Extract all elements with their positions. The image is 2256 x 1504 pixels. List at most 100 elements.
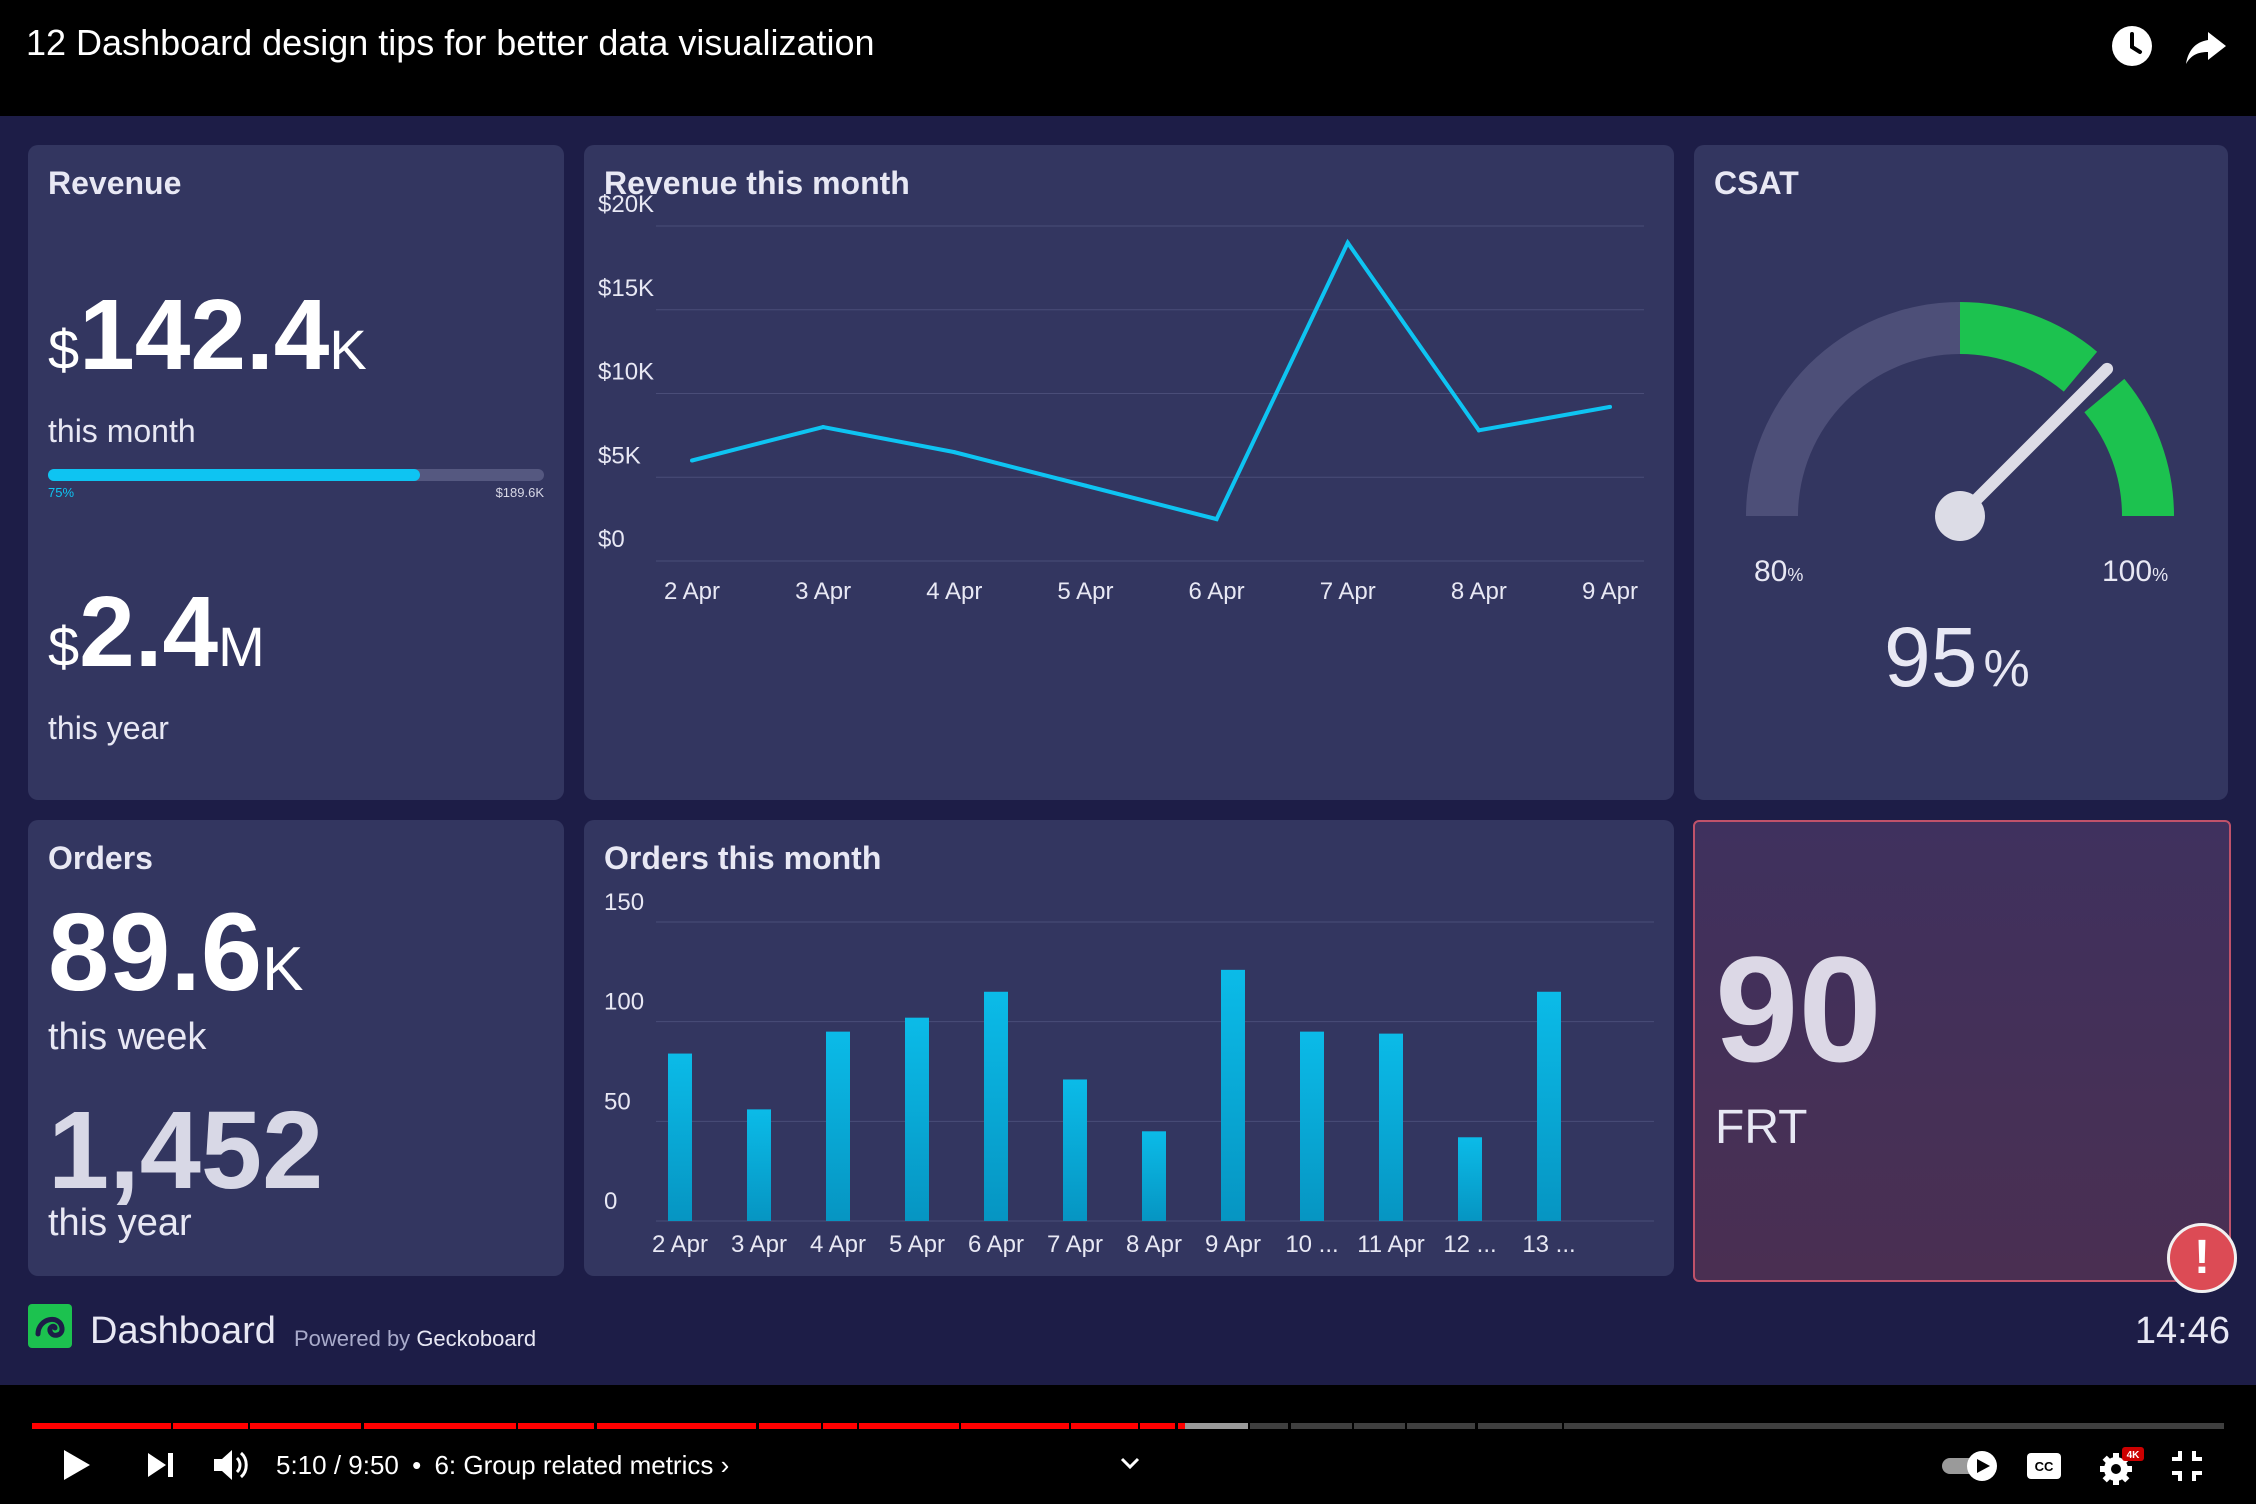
order-bar	[984, 991, 1008, 1221]
x-tick-label: 5 Apr	[1057, 578, 1113, 605]
next-icon[interactable]	[144, 1449, 176, 1481]
orders-week-label: this week	[48, 1016, 207, 1058]
order-bar	[1221, 969, 1245, 1221]
gauge-track	[1746, 302, 1960, 516]
gauge-good-zone	[1960, 302, 2098, 392]
footer-brand: Dashboard	[90, 1310, 276, 1352]
revenue-year-value: $2.4M	[48, 582, 265, 682]
volume-icon[interactable]	[212, 1447, 250, 1483]
gauge-needle	[1954, 362, 2114, 522]
gauge-pivot	[1935, 491, 1985, 541]
seek-segment[interactable]	[961, 1423, 1070, 1429]
x-tick-label: 8 Apr	[1451, 578, 1507, 605]
seek-segment[interactable]	[596, 1423, 757, 1429]
orders-bar-chart: 0 50 100 150 2 Apr 3 Apr 4 Apr 5 Apr 6 Apr 7 Apr 8…	[604, 889, 1654, 1258]
gauge-min-label: 80%	[1754, 555, 1804, 588]
y-tick-label: $10K	[598, 359, 654, 386]
seek-segment[interactable]	[1290, 1423, 1352, 1429]
x-tick-label: 5 Apr	[889, 1231, 945, 1258]
captions-icon[interactable]: CC	[2026, 1451, 2062, 1481]
seek-segment[interactable]	[249, 1423, 362, 1429]
revenue-year-label: this year	[48, 710, 169, 746]
currency-symbol: $	[48, 615, 80, 678]
y-tick-label: 50	[604, 1088, 631, 1115]
x-tick-label: 4 Apr	[810, 1231, 866, 1258]
exit-fullscreen-icon[interactable]	[2170, 1449, 2204, 1483]
seek-segment[interactable]	[1406, 1423, 1476, 1429]
chevron-down-icon[interactable]	[1118, 1455, 1142, 1471]
seek-segment[interactable]	[1353, 1423, 1405, 1429]
x-tick-label: 2 Apr	[652, 1231, 708, 1258]
x-tick-label: 11 Apr	[1357, 1231, 1425, 1258]
powered-by: Powered by Geckoboard	[294, 1326, 537, 1351]
seek-segment[interactable]	[1071, 1423, 1139, 1429]
order-bar	[1537, 991, 1561, 1221]
seek-segment[interactable]	[363, 1423, 516, 1429]
revenue-chart-widget: Revenue this month $0 $5K $10K $15K $20K 2 Ap…	[584, 145, 1674, 800]
orders-year-value: 1,452	[48, 1096, 323, 1206]
y-tick-label: $0	[598, 526, 625, 553]
share-arrow-icon[interactable]	[2182, 22, 2230, 70]
seek-segment[interactable]	[758, 1423, 821, 1429]
value-number: 142.4	[79, 279, 330, 391]
alert-badge[interactable]: !	[2167, 1223, 2237, 1293]
x-tick-label: 7 Apr	[1320, 578, 1376, 605]
order-bar	[1379, 1033, 1403, 1221]
video-title-bar: 12 Dashboard design tips for better data…	[0, 0, 2256, 116]
autoplay-toggle-icon[interactable]	[1940, 1449, 2002, 1483]
order-bar	[826, 1031, 850, 1221]
value-unit: K	[329, 318, 367, 381]
seek-segment[interactable]	[32, 1423, 172, 1429]
chapter-chevron[interactable]: ›	[721, 1450, 730, 1480]
csat-widget: CSAT 80% 100% 95%	[1694, 145, 2228, 800]
y-tick-label: 0	[604, 1188, 617, 1215]
value-number: 2.4	[79, 576, 219, 688]
csat-value: 95%	[1884, 610, 2030, 704]
chapter-title[interactable]: 6: Group related metrics	[434, 1450, 713, 1480]
x-tick-label: 3 Apr	[731, 1231, 787, 1258]
settings-icon[interactable]: 4K	[2098, 1445, 2146, 1487]
seek-segment[interactable]	[173, 1423, 248, 1429]
y-tick-label: $5K	[598, 442, 641, 469]
seek-bar[interactable]	[0, 1385, 2256, 1435]
orders-week-value: 89.6K	[48, 898, 303, 1008]
progress-percent: 75%	[48, 485, 75, 500]
frt-widget: 90 FRT	[1693, 820, 2231, 1282]
orders-year-label: this year	[48, 1202, 192, 1244]
video-title[interactable]: 12 Dashboard design tips for better data…	[26, 22, 875, 64]
order-bar	[905, 1017, 929, 1221]
seek-segment[interactable]	[859, 1423, 959, 1429]
x-tick-label: 8 Apr	[1126, 1231, 1182, 1258]
x-tick-label: 3 Apr	[795, 578, 851, 605]
clock-icon[interactable]	[2108, 22, 2156, 70]
x-tick-label: 10 ...	[1285, 1231, 1338, 1258]
seek-segment[interactable]	[1249, 1423, 1289, 1429]
data-point	[821, 425, 826, 429]
quality-badge: 4K	[2127, 1450, 2141, 1461]
seek-segment[interactable]	[1477, 1423, 1563, 1429]
x-tick-label: 6 Apr	[1189, 578, 1245, 605]
x-tick-label: 9 Apr	[1205, 1231, 1261, 1258]
frt-value: 90	[1715, 925, 1882, 1093]
play-icon[interactable]	[58, 1447, 94, 1483]
revenue-widget: Revenue $142.4K this month 75% $189.6K $…	[28, 145, 564, 800]
x-tick-label: 2 Apr	[664, 578, 720, 605]
data-point	[1345, 240, 1350, 245]
gauge-good-zone	[2084, 378, 2174, 516]
order-bar	[1458, 1137, 1482, 1221]
dashboard: Revenue $142.4K this month 75% $189.6K $…	[0, 116, 2256, 1385]
playback-time: 5:10 / 9:50	[276, 1450, 399, 1480]
seek-segment[interactable]	[1184, 1423, 1248, 1429]
order-bar	[1063, 1079, 1087, 1221]
seek-segment[interactable]	[1140, 1423, 1176, 1429]
seek-segment[interactable]	[1564, 1423, 2224, 1429]
widget-title: Orders	[48, 840, 153, 876]
seek-segment[interactable]	[823, 1423, 857, 1429]
revenue-progress-fill	[48, 469, 420, 481]
y-tick-label: 150	[604, 889, 644, 916]
revenue-progress-bar	[48, 469, 544, 481]
seek-segment[interactable]	[1177, 1423, 1185, 1429]
revenue-month-value: $142.4K	[48, 285, 367, 385]
seek-segment[interactable]	[518, 1423, 595, 1429]
widget-title: Revenue	[48, 165, 182, 201]
